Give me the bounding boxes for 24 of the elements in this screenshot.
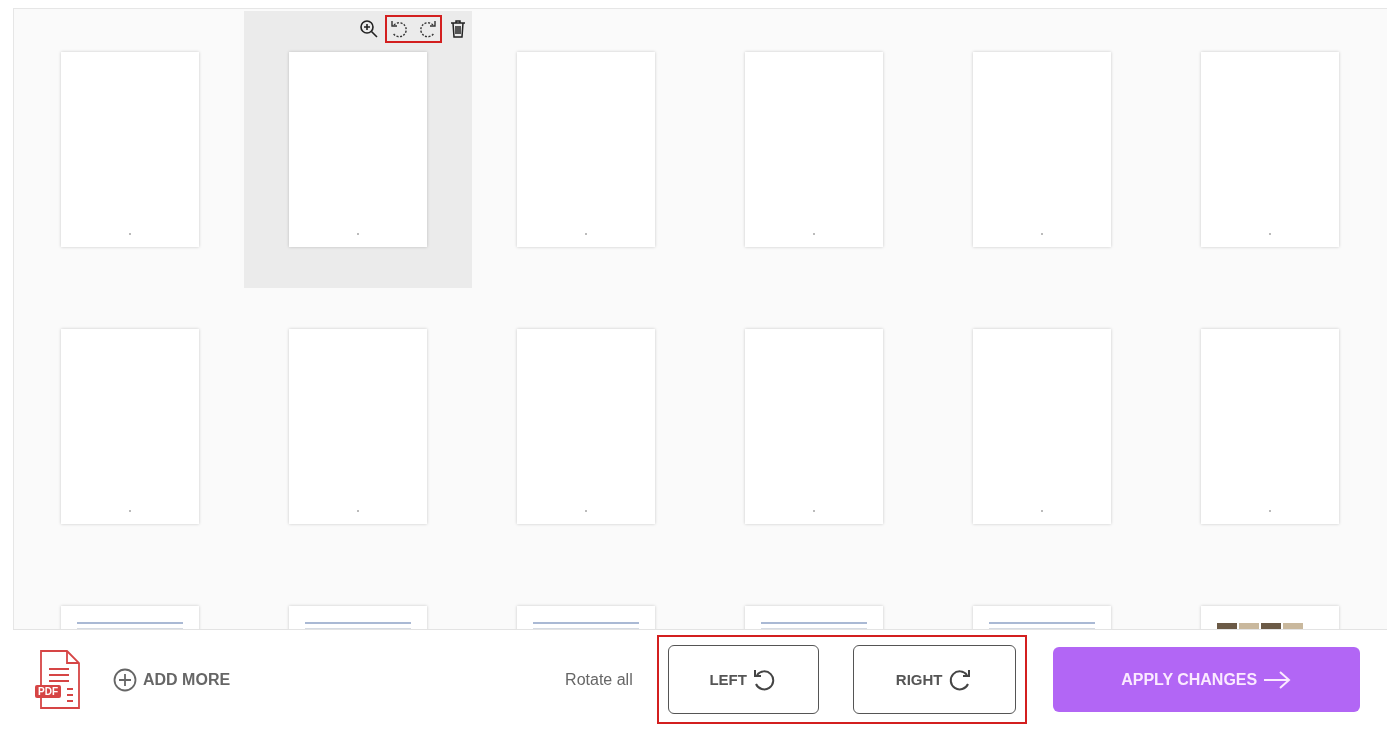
plus-circle-icon [113,667,137,692]
page-thumbnail[interactable] [61,52,199,247]
rotate-left-button[interactable]: LEFT [667,645,819,714]
add-more-button[interactable]: ADD MORE [113,667,231,692]
page-thumbnail[interactable] [1201,329,1339,524]
rotate-all-label: Rotate all [565,670,633,689]
arrow-right-icon [1263,669,1292,690]
page-thumbnail[interactable] [61,329,199,524]
zoom-in-icon[interactable] [359,19,379,39]
page-thumbnail[interactable] [745,52,883,247]
page-thumbnail[interactable] [973,329,1111,524]
page-thumbnail[interactable] [517,52,655,247]
rotate-left-icon[interactable] [389,19,409,39]
rotate-right-button[interactable]: RIGHT [852,645,1016,714]
page-thumbnail[interactable] [289,52,427,247]
page-thumbnail[interactable] [517,329,655,524]
page-thumbnail[interactable] [745,329,883,524]
page-thumbnail[interactable] [973,52,1111,247]
page-thumbnail[interactable] [1201,52,1339,247]
page-thumbnail[interactable] [289,329,427,524]
rotate-right-icon[interactable] [418,19,438,39]
pdf-badge: PDF [35,685,61,698]
selected-page-tile[interactable] [244,11,472,288]
trash-icon[interactable] [448,19,468,39]
